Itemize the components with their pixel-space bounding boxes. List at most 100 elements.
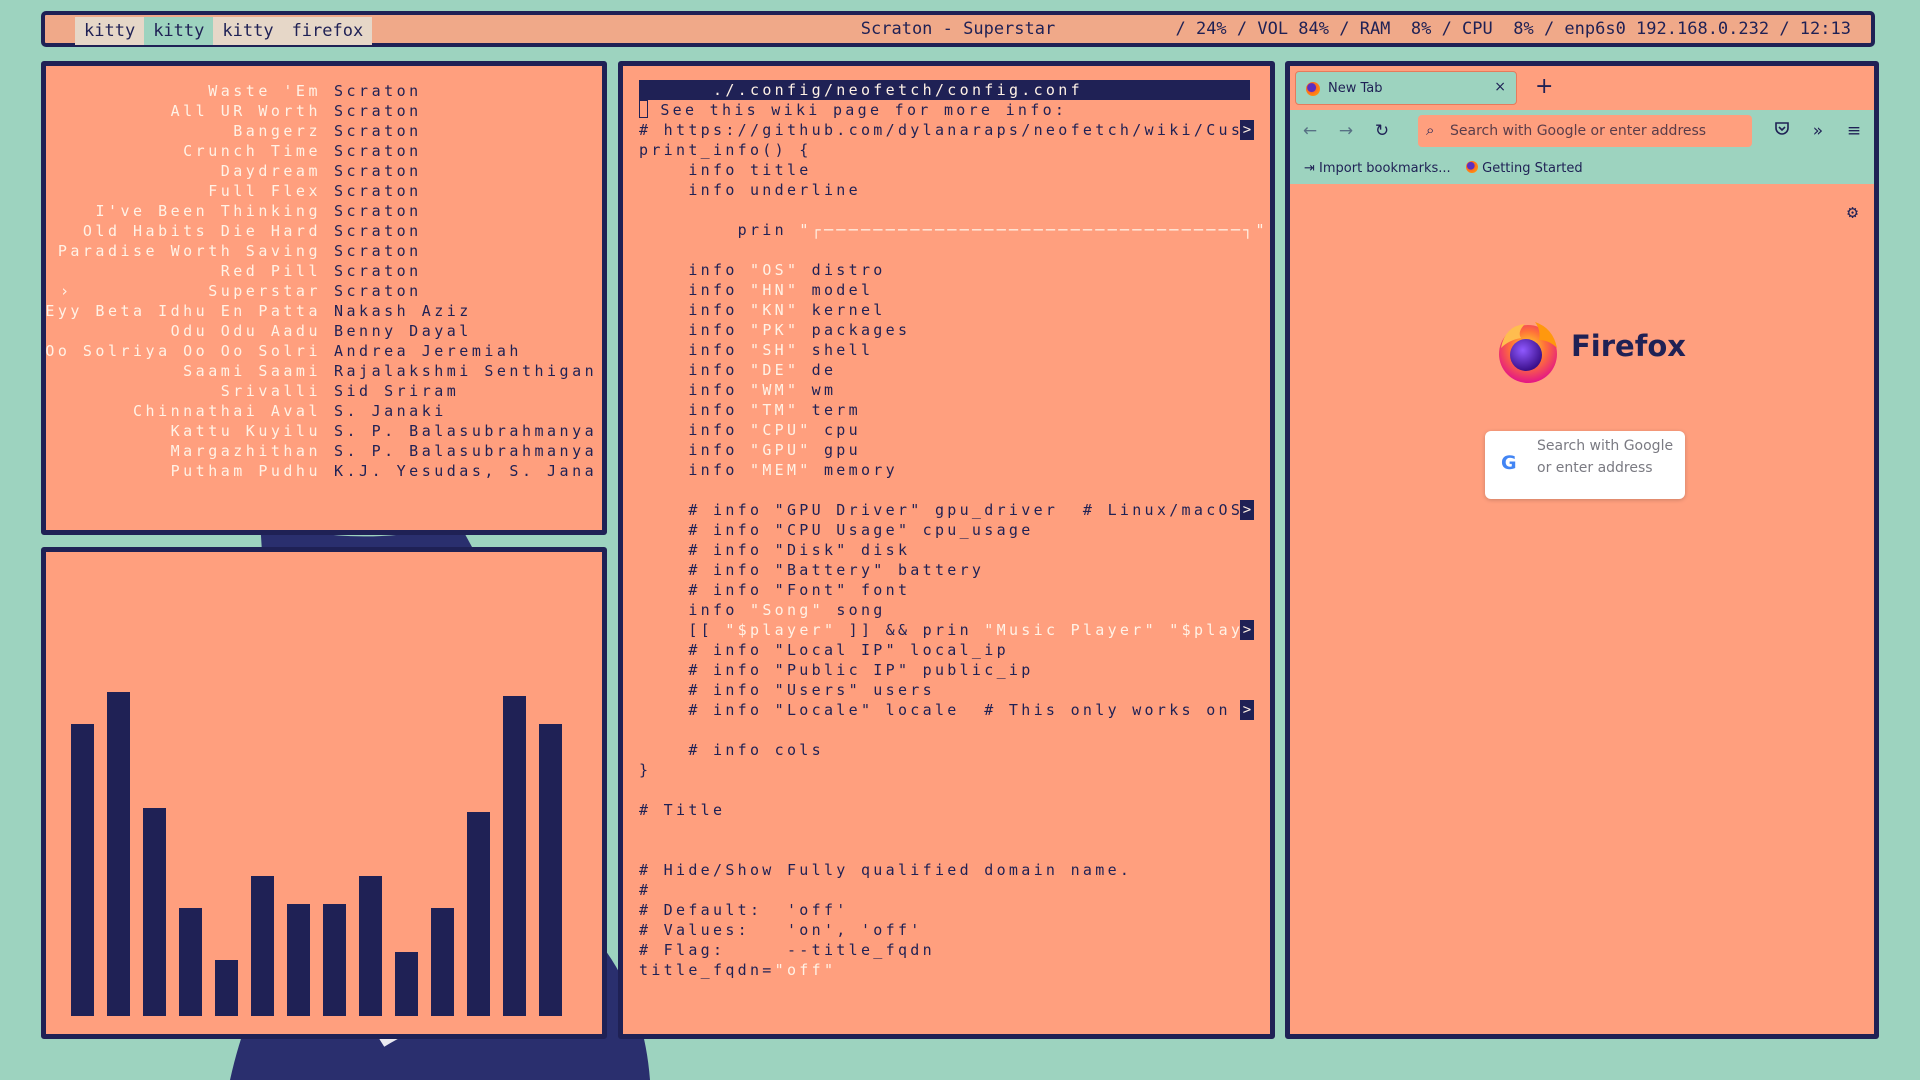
pocket-icon[interactable] bbox=[1770, 119, 1794, 143]
forward-icon[interactable]: → bbox=[1334, 119, 1358, 143]
track-title: Saami Saami bbox=[183, 362, 321, 380]
playlist-item[interactable]: Paradise Worth Saving Scraton bbox=[46, 242, 602, 262]
playlist-item[interactable]: Putham Pudhu K.J. Yesudas, S. Jana bbox=[46, 462, 602, 482]
visualizer-bar bbox=[323, 904, 346, 1016]
track-artist: Nakash Aziz bbox=[334, 302, 472, 320]
code-line: # https://github.com/dylanaraps/neofetch… bbox=[639, 120, 1256, 140]
overflow-icon[interactable]: » bbox=[1806, 119, 1830, 143]
playlist-item[interactable]: Margazhithan S. P. Balasubrahmanya bbox=[46, 442, 602, 462]
playlist-item[interactable]: Kattu Kuyilu S. P. Balasubrahmanya bbox=[46, 422, 602, 442]
code-text: info bbox=[639, 301, 750, 319]
visualizer-bar bbox=[251, 876, 274, 1016]
code-text: cpu bbox=[811, 421, 861, 439]
reload-icon[interactable]: ↻ bbox=[1370, 119, 1394, 143]
code-text: # Hide/Show Fully qualified domain name. bbox=[639, 861, 1133, 879]
track-title: Oo Solriya Oo Oo Solri bbox=[45, 342, 321, 360]
code-text: # info "CPU Usage" cpu_usage bbox=[639, 521, 1034, 539]
track-title: Paradise Worth Saving bbox=[57, 242, 321, 260]
playlist-item[interactable]: All UR Worth Scraton bbox=[46, 102, 602, 122]
track-artist: Rajalakshmi Senthigan bbox=[334, 362, 598, 380]
playlist-item[interactable]: I've Been Thinking Scraton bbox=[46, 202, 602, 222]
playlist-item[interactable]: Red Pill Scraton bbox=[46, 262, 602, 282]
visualizer-bar bbox=[71, 724, 94, 1016]
code-text: title_fqdn= bbox=[639, 961, 775, 979]
new-tab-button[interactable]: + bbox=[1535, 74, 1553, 99]
code-text: info bbox=[639, 261, 750, 279]
playlist-item[interactable]: Bangerz Scraton bbox=[46, 122, 602, 142]
audio-visualizer-pane bbox=[41, 547, 607, 1039]
code-line: info "KN" kernel bbox=[639, 300, 886, 320]
playlist-item[interactable]: › Superstar Scraton bbox=[46, 282, 602, 302]
track-title: Eyy Beta Idhu En Patta bbox=[45, 302, 321, 320]
code-text: shell bbox=[799, 341, 874, 359]
menu-icon[interactable]: ≡ bbox=[1842, 119, 1866, 143]
playlist-item[interactable]: Chinnathai Aval S. Janaki bbox=[46, 402, 602, 422]
visualizer-bar bbox=[287, 904, 310, 1016]
tab-label: New Tab bbox=[1328, 81, 1383, 96]
code-text: info bbox=[639, 421, 750, 439]
code-string: "DE" bbox=[749, 361, 800, 379]
visualizer-bar bbox=[503, 696, 526, 1016]
code-text: info bbox=[639, 461, 750, 479]
code-text: wm bbox=[799, 381, 837, 399]
bookmark-getting-started[interactable]: Getting Started bbox=[1466, 161, 1583, 176]
track-title: Old Habits Die Hard bbox=[82, 222, 321, 240]
newtab-search-box[interactable]: G Search with Google or enter address bbox=[1485, 431, 1685, 499]
text-editor-pane[interactable]: ./.config/neofetch/config.conf See this … bbox=[618, 61, 1275, 1039]
playlist-item[interactable]: Waste 'Em Scraton bbox=[46, 82, 602, 102]
code-string: "MEM" bbox=[749, 461, 812, 479]
code-text: # info "Disk" disk bbox=[639, 541, 911, 559]
code-string: "Song" bbox=[749, 601, 824, 619]
code-line: # Hide/Show Fully qualified domain name. bbox=[639, 860, 1132, 880]
track-artist: Scraton bbox=[334, 102, 422, 120]
tab-new-tab[interactable]: New Tab × bbox=[1295, 71, 1517, 105]
code-line: # Flag: --title_fqdn bbox=[639, 940, 935, 960]
code-line: info underline bbox=[639, 180, 861, 200]
code-string: "$player" bbox=[725, 621, 837, 639]
code-text: info bbox=[639, 361, 750, 379]
playlist-item[interactable]: Saami Saami Rajalakshmi Senthigan bbox=[46, 362, 602, 382]
visualizer-bar bbox=[395, 952, 418, 1016]
close-tab-icon[interactable]: × bbox=[1494, 79, 1506, 95]
firefox-logo-icon bbox=[1499, 322, 1557, 383]
code-text: info bbox=[639, 321, 750, 339]
code-line: # Default: 'off' bbox=[639, 900, 849, 920]
track-title: Waste 'Em bbox=[208, 82, 321, 100]
track-artist: Scraton bbox=[334, 202, 422, 220]
playlist-item[interactable]: Old Habits Die Hard Scraton bbox=[46, 222, 602, 242]
code-string: "off" bbox=[774, 961, 837, 979]
system-status: / 24% / VOL 84% / RAM 8% / CPU 8% / enp6… bbox=[1175, 19, 1851, 39]
code-text: info bbox=[639, 341, 750, 359]
track-artist: Benny Dayal bbox=[334, 322, 472, 340]
track-title: Kattu Kuyilu bbox=[170, 422, 321, 440]
firefox-favicon-icon bbox=[1306, 82, 1320, 96]
playlist-item[interactable]: Full Flex Scraton bbox=[46, 182, 602, 202]
code-line: See this wiki page for more info: bbox=[639, 100, 1067, 120]
playlist-item[interactable]: Oo Solriya Oo Oo Solri Andrea Jeremiah bbox=[46, 342, 602, 362]
code-line: info "PK" packages bbox=[639, 320, 910, 340]
playlist-item[interactable]: Eyy Beta Idhu En Patta Nakash Aziz bbox=[46, 302, 602, 322]
code-string: "CPU" bbox=[749, 421, 812, 439]
code-line: info "Song" song bbox=[639, 600, 886, 620]
firefox-favicon-icon bbox=[1466, 161, 1478, 173]
playlist-item[interactable]: Srivalli Sid Sriram bbox=[46, 382, 602, 402]
code-text: ]] && prin bbox=[836, 621, 985, 639]
code-text: info bbox=[639, 401, 750, 419]
code-text: de bbox=[799, 361, 837, 379]
playlist-item[interactable]: Odu Odu Aadu Benny Dayal bbox=[46, 322, 602, 342]
code-line: # Title bbox=[639, 800, 725, 820]
playlist-item[interactable]: Crunch Time Scraton bbox=[46, 142, 602, 162]
code-line: # info cols bbox=[639, 740, 824, 760]
code-line: # info "Battery" battery bbox=[639, 560, 984, 580]
track-artist: S. P. Balasubrahmanya bbox=[334, 442, 598, 460]
music-playlist-pane[interactable]: Waste 'Em Scraton All UR Worth Scraton Bange… bbox=[41, 61, 607, 535]
track-artist: Scraton bbox=[334, 122, 422, 140]
code-line: # info "CPU Usage" cpu_usage bbox=[639, 520, 1034, 540]
back-icon[interactable]: ← bbox=[1298, 119, 1322, 143]
bookmark-import[interactable]: ⇥ Import bookmarks... bbox=[1304, 161, 1451, 176]
settings-gear-icon[interactable]: ⚙ bbox=[1847, 202, 1858, 223]
playlist-item[interactable]: Daydream Scraton bbox=[46, 162, 602, 182]
code-text: # info "Users" users bbox=[639, 681, 935, 699]
code-text: distro bbox=[799, 261, 886, 279]
url-bar[interactable]: ⌕ Search with Google or enter address bbox=[1418, 115, 1752, 147]
